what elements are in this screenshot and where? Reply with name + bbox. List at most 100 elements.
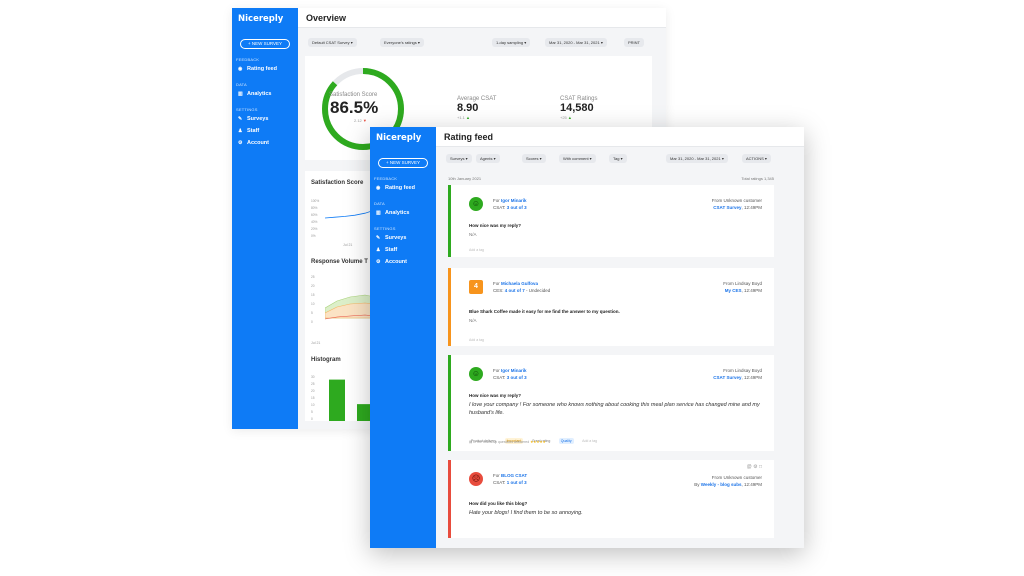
down-arrow-icon: ▼ — [362, 118, 367, 123]
for-label: For — [493, 473, 500, 478]
sampling-filter[interactable]: 1-day sampling ▾ — [492, 38, 531, 47]
csat-ratings-delta-value: +25 — [560, 115, 567, 120]
y-tick-label: 25 — [311, 275, 315, 279]
actions-button[interactable]: ACTIONS ▾ — [742, 154, 771, 163]
y-tick-label: 20 — [311, 284, 315, 288]
sidebar: Nicereply + NEW SURVEY FEEDBACK ◉ Rating … — [232, 8, 298, 429]
feedback-card[interactable]: ☹ For BLOG CSAT CSAT: 1 out of 3 @ ⚙ □ Fr… — [448, 460, 774, 538]
sad-face-icon: ☹ — [469, 472, 483, 486]
sampling-filter-label: 1-day sampling — [496, 40, 524, 45]
agent-link[interactable]: Michaela Gulfova — [501, 281, 538, 286]
checkbox-icon[interactable]: □ — [759, 464, 762, 470]
survey-filter[interactable]: Default CSAT Survey ▾ — [308, 38, 357, 47]
survey-link[interactable]: My CES — [725, 288, 742, 293]
section-label-data: DATA — [374, 201, 385, 206]
sidebar-item-staff[interactable]: ♟ Staff — [376, 245, 436, 255]
card-source: From Lindsay Boyd CSAT Survey, 12:49PM — [713, 368, 762, 380]
chart-icon: ▥ — [376, 210, 381, 216]
tag-filter-label: Tag — [613, 156, 620, 161]
sidebar-item-account[interactable]: ⚙ Account — [376, 257, 436, 267]
sidebar-item-surveys[interactable]: ✎ Surveys — [376, 233, 436, 243]
tag-filter[interactable]: Tag ▾ — [609, 154, 627, 163]
score-delta-value: 2.12 — [354, 118, 362, 123]
question-text: How nice was my reply? — [469, 223, 522, 228]
card-source: From Unknown customer By Weekly - blog su… — [694, 475, 762, 487]
sidebar-item-analytics[interactable]: ▥ Analytics — [376, 208, 436, 218]
scores-filter[interactable]: Scores ▾ — [522, 154, 546, 163]
score-link[interactable]: 1 out of 3 — [507, 480, 527, 485]
with-comment-filter[interactable]: With comment ▾ — [559, 154, 596, 163]
up-arrow-icon: ▲ — [567, 115, 572, 120]
volume-chart-title: Response Volume T — [311, 259, 368, 265]
sidebar-item-label: Staff — [247, 128, 260, 134]
score-link[interactable]: 4 out of 7 — [505, 288, 525, 293]
gear-icon[interactable]: ⚙ — [753, 464, 757, 470]
sidebar-item-rating-feed[interactable]: ◉ Rating feed — [238, 64, 298, 74]
new-survey-button[interactable]: + NEW SURVEY — [378, 158, 428, 168]
feedback-card[interactable]: ☺ For Igor Minarik CSAT: 3 out of 3 From … — [448, 185, 774, 257]
feedback-card[interactable]: ☺ For Igor Minarik CSAT: 3 out of 3 From … — [448, 355, 774, 451]
answer-text: Hate your blogs! I find them to be so an… — [469, 510, 583, 516]
add-tag-link[interactable]: Add a tag — [580, 438, 599, 444]
scores-filter-label: Scores — [526, 156, 539, 161]
timestamp: 12:49PM — [743, 205, 762, 210]
date-range-picker[interactable]: Mar 31, 2020 - Mar 31, 2021 ▾ — [545, 38, 607, 47]
sidebar-item-surveys[interactable]: ✎ Surveys — [238, 114, 298, 124]
agent-link[interactable]: Igor Minarik — [501, 368, 527, 373]
with-comment-filter-label: With comment — [563, 156, 589, 161]
stars-icon: ★★★★★ — [530, 440, 546, 444]
score-link[interactable]: 3 out of 3 — [507, 375, 527, 380]
date-range-picker[interactable]: Mar 31, 2020 - Mar 31, 2021 ▾ — [666, 154, 728, 163]
tag[interactable]: Quality — [558, 438, 574, 444]
source-by: By — [694, 482, 700, 487]
section-label-feedback: FEEDBACK — [236, 57, 260, 62]
sidebar-item-analytics[interactable]: ▥ Analytics — [238, 89, 298, 99]
surveys-filter[interactable]: Surveys ▾ — [446, 154, 472, 163]
agents-filter[interactable]: Agents ▾ — [476, 154, 500, 163]
page-title: Overview — [298, 8, 666, 28]
agent-link[interactable]: Igor Minarik — [501, 198, 527, 203]
card-meta: For Igor Minarik CSAT: 3 out of 3 — [493, 197, 527, 211]
ces-score-badge: 4 — [469, 280, 483, 294]
question-text: Blue Shark Coffee made it easy for me fi… — [469, 309, 620, 314]
y-tick-label: 0 — [311, 320, 313, 324]
question-text: How did you like this blog? — [469, 501, 528, 506]
y-tick-label: 10 — [311, 302, 315, 306]
sidebar-item-account[interactable]: ⚙ Account — [238, 138, 298, 148]
for-label: For — [493, 368, 500, 373]
timestamp: 12:49PM — [743, 288, 762, 293]
sidebar-item-label: Account — [385, 259, 407, 265]
ratings-filter[interactable]: Everyone's ratings ▾ — [380, 38, 424, 47]
at-icon[interactable]: @ — [747, 464, 752, 470]
sidebar-item-label: Analytics — [385, 210, 410, 216]
score-link[interactable]: 3 out of 3 — [507, 205, 527, 210]
survey-link[interactable]: CSAT Survey — [713, 375, 741, 380]
survey-link[interactable]: CSAT Survey — [713, 205, 741, 210]
new-survey-button[interactable]: + NEW SURVEY — [240, 39, 290, 49]
timestamp: 12:49PM — [743, 375, 762, 380]
answer-text: I love your company ! For someone who kn… — [469, 402, 760, 416]
card-source: From Lindsay Boyd My CES, 12:49PM — [723, 281, 762, 293]
follow-up-text: In the follow-up questions answered — [473, 440, 530, 444]
volume-chart-plot — [325, 294, 375, 320]
print-button[interactable]: PRINT — [624, 38, 644, 47]
chart-icon: ▥ — [238, 91, 243, 97]
feedback-card[interactable]: 4 For Michaela Gulfova CES: 4 out of 7 - … — [448, 268, 774, 346]
question-text: How nice was my reply? — [469, 393, 522, 398]
sidebar-item-label: Rating feed — [385, 185, 415, 191]
sidebar-item-label: Analytics — [247, 91, 272, 97]
add-tag-link[interactable]: Add a tag — [469, 338, 484, 342]
source-from: From Unknown customer — [711, 198, 762, 203]
source-from: From Unknown customer — [711, 475, 762, 480]
add-tag-link[interactable]: Add a tag — [469, 248, 484, 252]
sat-chart-plot — [325, 209, 375, 219]
survey-filter-label: Default CSAT Survey — [312, 40, 350, 45]
agent-link[interactable]: BLOG CSAT — [501, 473, 527, 478]
sidebar-item-rating-feed[interactable]: ◉ Rating feed — [376, 183, 436, 193]
csat-ratings-delta: +25 ▲ — [560, 115, 572, 120]
sidebar-item-staff[interactable]: ♟ Staff — [238, 126, 298, 136]
sidebar-item-label: Account — [247, 140, 269, 146]
card-actions: @ ⚙ □ — [747, 464, 762, 470]
y-tick-label: 5 — [311, 410, 313, 414]
survey-link[interactable]: Weekly - blog subs — [701, 482, 742, 487]
